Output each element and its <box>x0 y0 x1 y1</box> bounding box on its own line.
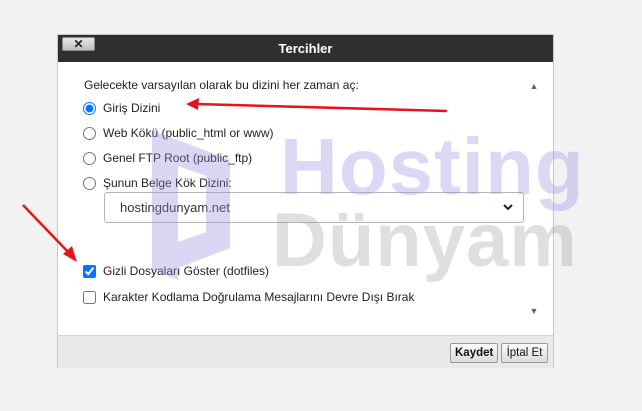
checkbox-disable-encoding-verify-input[interactable] <box>83 290 96 304</box>
checkbox-show-hidden-files-input[interactable] <box>83 264 96 278</box>
default-directory-intro: Gelecekte varsayılan olarak bu dizini he… <box>84 78 359 92</box>
preferences-dialog: ✕ Tercihler Gelecekte varsayılan olarak … <box>57 34 554 368</box>
checkbox-show-hidden-files[interactable]: Gizli Dosyaları Göster (dotfiles) <box>83 264 269 278</box>
checkbox-disable-encoding-verify-label: Karakter Kodlama Doğrulama Mesajlarını D… <box>103 290 415 304</box>
dialog-footer: Kaydet İptal Et <box>58 335 553 368</box>
radio-web-root-input[interactable] <box>83 126 96 140</box>
checkbox-disable-encoding-verify[interactable]: Karakter Kodlama Doğrulama Mesajlarını D… <box>83 290 414 304</box>
domain-select-value: hostingdunyam.net <box>120 200 230 215</box>
radio-home-directory-input[interactable] <box>83 101 96 115</box>
radio-public-ftp[interactable]: Genel FTP Root (public_ftp) <box>83 151 252 165</box>
radio-public-ftp-input[interactable] <box>83 151 96 165</box>
radio-document-root[interactable]: Şunun Belge Kök Dizini: <box>83 176 232 190</box>
checkbox-show-hidden-files-label: Gizli Dosyaları Göster (dotfiles) <box>103 264 270 278</box>
radio-web-root[interactable]: Web Kökü (public_html or www) <box>83 126 274 140</box>
cancel-button[interactable]: İptal Et <box>501 343 548 363</box>
dialog-content: Gelecekte varsayılan olarak bu dizini he… <box>58 62 553 335</box>
dialog-titlebar: ✕ Tercihler <box>58 35 553 62</box>
radio-home-directory[interactable]: Giriş Dizini <box>83 101 160 115</box>
radio-public-ftp-label: Genel FTP Root (public_ftp) <box>103 151 253 165</box>
dialog-title: Tercihler <box>278 41 333 56</box>
chevron-down-icon <box>503 204 513 211</box>
radio-web-root-label: Web Kökü (public_html or www) <box>103 126 274 140</box>
save-button[interactable]: Kaydet <box>450 343 498 363</box>
radio-document-root-input[interactable] <box>83 176 96 190</box>
radio-home-directory-label: Giriş Dizini <box>103 101 161 115</box>
scroll-up-icon[interactable]: ▲ <box>528 81 540 91</box>
radio-document-root-label: Şunun Belge Kök Dizini: <box>103 176 232 190</box>
scroll-down-icon[interactable]: ▼ <box>528 306 540 316</box>
domain-select[interactable]: hostingdunyam.net <box>104 192 524 223</box>
